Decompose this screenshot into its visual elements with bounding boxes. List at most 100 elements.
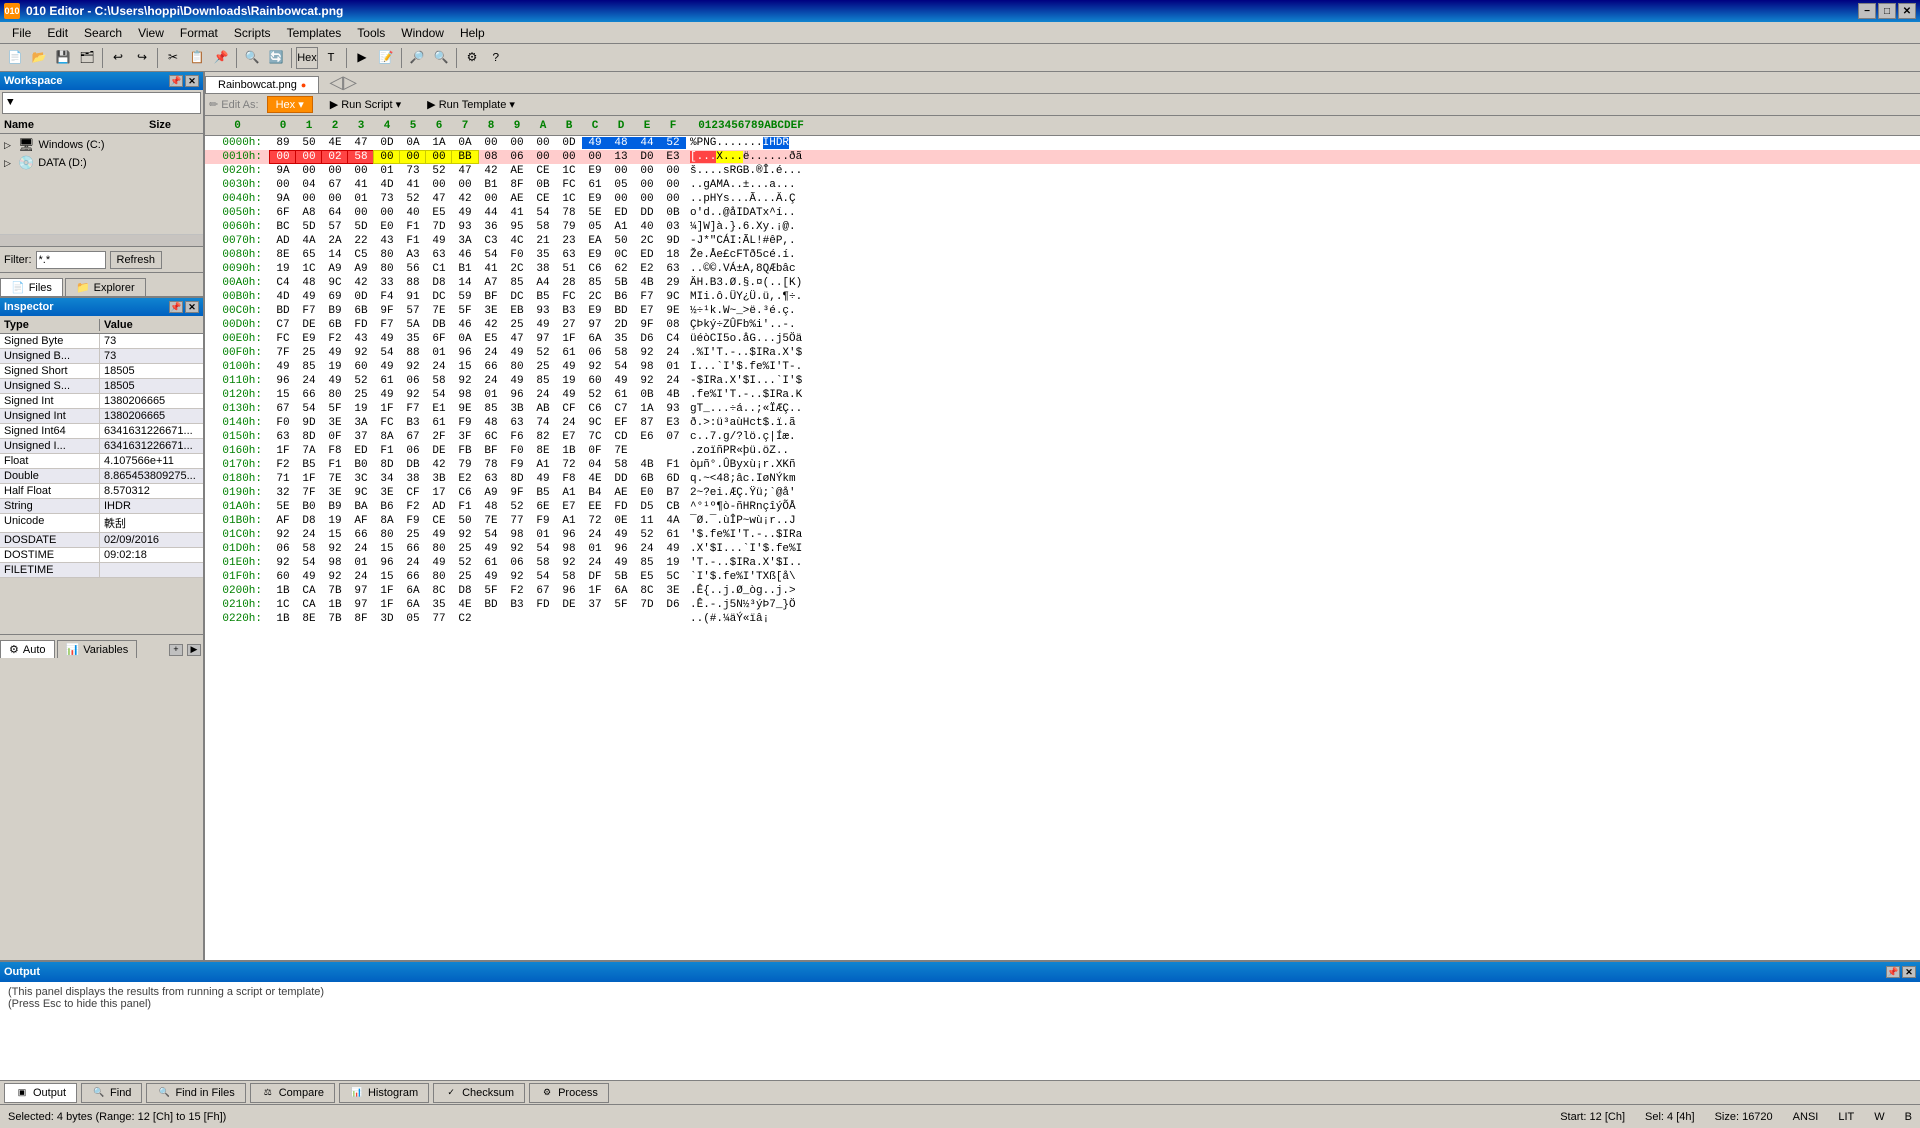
hex-byte[interactable]: 0B [634,389,660,401]
hex-byte[interactable]: E3 [660,151,686,163]
hex-byte[interactable]: 24 [634,543,660,555]
hex-byte[interactable]: 61 [374,375,400,387]
hex-byte[interactable]: 3E [374,487,400,499]
new-button[interactable]: 📄 [4,47,26,69]
hex-byte[interactable]: 66 [296,389,322,401]
hex-byte[interactable]: 96 [452,347,478,359]
hex-byte[interactable]: 49 [660,543,686,555]
hex-byte[interactable]: C3 [478,235,504,247]
hex-byte[interactable]: 92 [634,375,660,387]
hex-byte[interactable]: 50 [296,137,322,149]
hex-byte[interactable]: A1 [556,515,582,527]
hex-byte[interactable]: 93 [452,221,478,233]
menu-templates[interactable]: Templates [279,24,350,42]
hex-byte[interactable]: 93 [660,403,686,415]
hex-byte[interactable]: 4A [660,515,686,527]
hex-byte[interactable]: 49 [452,207,478,219]
hex-byte[interactable]: 0A [452,333,478,345]
copy-button[interactable]: 📋 [186,47,208,69]
hex-byte[interactable]: 85 [296,361,322,373]
hex-byte[interactable]: 24 [556,417,582,429]
hex-byte[interactable]: BD [478,599,504,611]
hex-byte[interactable]: 61 [556,347,582,359]
hex-byte[interactable]: 35 [400,333,426,345]
hex-byte[interactable]: 5B [608,277,634,289]
hex-byte[interactable]: 7C [582,431,608,443]
hex-byte[interactable]: 05 [400,613,426,625]
hex-byte[interactable]: BD [608,305,634,317]
hex-byte[interactable]: 7A [296,445,322,457]
hex-byte[interactable]: 05 [582,221,608,233]
hex-byte[interactable]: 00 [296,165,322,177]
hex-byte[interactable]: 04 [296,179,322,191]
hex-byte[interactable]: 80 [322,389,348,401]
hex-byte[interactable]: 7E [426,305,452,317]
hex-byte[interactable]: 85 [530,375,556,387]
hex-byte[interactable]: 3E [478,305,504,317]
hex-byte[interactable]: 9A [270,165,296,177]
hex-byte[interactable]: 88 [400,277,426,289]
hex-byte[interactable]: 3E [660,585,686,597]
hex-byte[interactable]: F9 [400,515,426,527]
hex-byte[interactable]: 17 [426,487,452,499]
hex-byte[interactable]: 44 [634,137,660,149]
hex-byte[interactable]: AF [348,515,374,527]
hex-byte[interactable]: 3E [322,417,348,429]
hex-byte[interactable]: 00 [478,137,504,149]
hex-byte[interactable]: 00 [400,151,426,163]
hex-byte[interactable]: 49 [608,529,634,541]
hex-byte[interactable]: E0 [634,487,660,499]
hex-byte[interactable]: 58 [530,557,556,569]
hex-byte[interactable]: 14 [322,249,348,261]
hex-byte[interactable]: DE [556,599,582,611]
hex-byte[interactable]: B7 [660,487,686,499]
hex-byte[interactable]: 47 [348,137,374,149]
hex-byte[interactable]: A7 [478,277,504,289]
hex-byte[interactable]: 6B [634,473,660,485]
hex-byte[interactable]: F1 [400,221,426,233]
hex-byte[interactable]: 95 [504,221,530,233]
hex-byte[interactable]: 9C [582,417,608,429]
hex-byte[interactable]: 28 [556,277,582,289]
hex-byte[interactable]: 49 [374,361,400,373]
hex-byte[interactable]: 4E [322,137,348,149]
hex-byte[interactable]: 58 [556,571,582,583]
hex-byte[interactable]: F1 [452,501,478,513]
hex-byte[interactable]: 1A [634,403,660,415]
hex-byte[interactable]: 4C [504,235,530,247]
hex-byte[interactable]: C5 [348,249,374,261]
hex-byte[interactable]: 61 [426,417,452,429]
hex-byte[interactable]: 63 [660,263,686,275]
hex-byte[interactable]: F7 [296,305,322,317]
hex-byte[interactable]: 25 [530,361,556,373]
hex-byte[interactable]: 8E [270,249,296,261]
hex-byte[interactable]: 80 [504,361,530,373]
hex-byte[interactable]: 2D [608,319,634,331]
hex-byte[interactable]: 1F [270,445,296,457]
workspace-pin-button[interactable]: 📌 [169,75,183,87]
workspace-close-button[interactable]: ✕ [185,75,199,87]
hex-byte[interactable]: 42 [478,165,504,177]
save-button[interactable]: 💾 [52,47,74,69]
hex-byte[interactable]: 1B [270,613,296,625]
menu-file[interactable]: File [4,24,39,42]
hex-byte[interactable]: 5F [452,305,478,317]
hex-byte[interactable]: 63 [556,249,582,261]
hex-byte[interactable]: 96 [556,585,582,597]
hex-byte[interactable]: 6A [400,585,426,597]
hex-byte[interactable]: 25 [400,529,426,541]
hex-byte[interactable]: DC [426,291,452,303]
hex-byte[interactable]: 80 [426,543,452,555]
hex-byte[interactable]: 54 [608,361,634,373]
hex-byte[interactable]: E0 [374,221,400,233]
hex-byte[interactable]: 19 [556,375,582,387]
hex-byte[interactable]: 27 [556,319,582,331]
hex-byte[interactable]: EF [608,417,634,429]
hex-byte[interactable]: 2C [504,263,530,275]
hex-byte[interactable]: 1F [374,599,400,611]
hex-byte[interactable]: 6E [530,501,556,513]
hex-byte[interactable]: 24 [530,389,556,401]
hex-byte[interactable]: 49 [504,375,530,387]
hex-byte[interactable]: 43 [348,333,374,345]
hex-byte[interactable]: 92 [400,361,426,373]
